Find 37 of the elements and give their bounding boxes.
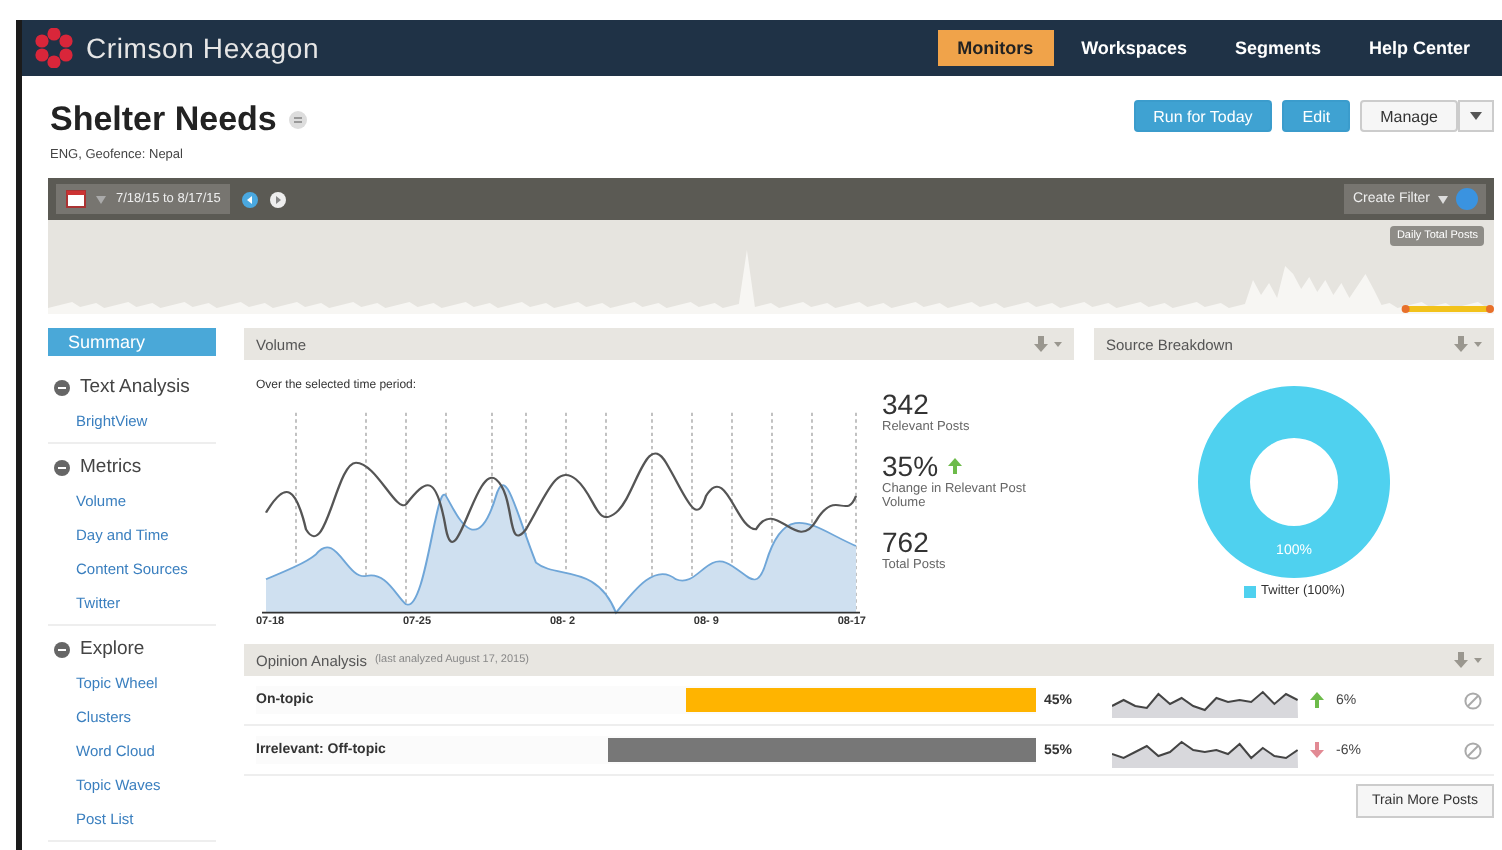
dropdown-button[interactable]	[1458, 100, 1494, 132]
disable-icon[interactable]	[1464, 741, 1482, 759]
download-icon[interactable]	[1454, 335, 1482, 353]
caret-icon	[96, 195, 106, 203]
action-button[interactable]: Edit	[1282, 100, 1351, 132]
sidebar-section[interactable]: Text Analysis	[48, 370, 216, 404]
caret-icon	[1438, 195, 1448, 203]
up-arrow-icon	[1310, 692, 1324, 708]
up-arrow-icon	[948, 458, 963, 474]
disable-icon[interactable]	[1464, 691, 1482, 709]
logo-icon	[34, 28, 74, 68]
monitor-title: Shelter Needs	[50, 100, 277, 140]
caret-icon	[1470, 112, 1482, 120]
stat-value: 342	[882, 388, 929, 420]
nav-tab[interactable]: Workspaces	[1061, 30, 1207, 66]
brand-name: Crimson Hexagon	[86, 32, 320, 64]
previous-icon[interactable]	[242, 191, 259, 207]
nav-tab[interactable]: Monitors	[937, 30, 1054, 66]
manage-button[interactable]: Manage	[1360, 100, 1458, 132]
next-icon[interactable]	[270, 191, 287, 207]
nav-tab[interactable]: Segments	[1214, 30, 1341, 66]
download-icon[interactable]	[1034, 335, 1062, 353]
sidebar-section[interactable]: Explore	[48, 632, 216, 666]
nav-tab[interactable]: Help Center	[1348, 30, 1490, 66]
sidebar-section[interactable]: Metrics	[48, 450, 216, 484]
action-button[interactable]: Run for Today	[1133, 100, 1273, 132]
collapse-icon	[54, 459, 70, 475]
stat-value: 35%	[882, 450, 939, 482]
info-icon[interactable]	[288, 110, 309, 130]
stat-value: 762	[882, 526, 929, 558]
download-icon[interactable]	[1454, 651, 1482, 669]
collapse-icon	[54, 641, 70, 657]
collapse-icon	[54, 379, 70, 395]
calendar-icon	[66, 190, 86, 208]
sidebar-item[interactable]: Summary	[48, 328, 216, 356]
down-arrow-icon	[1310, 742, 1324, 758]
filter-badge-icon	[1456, 188, 1478, 210]
